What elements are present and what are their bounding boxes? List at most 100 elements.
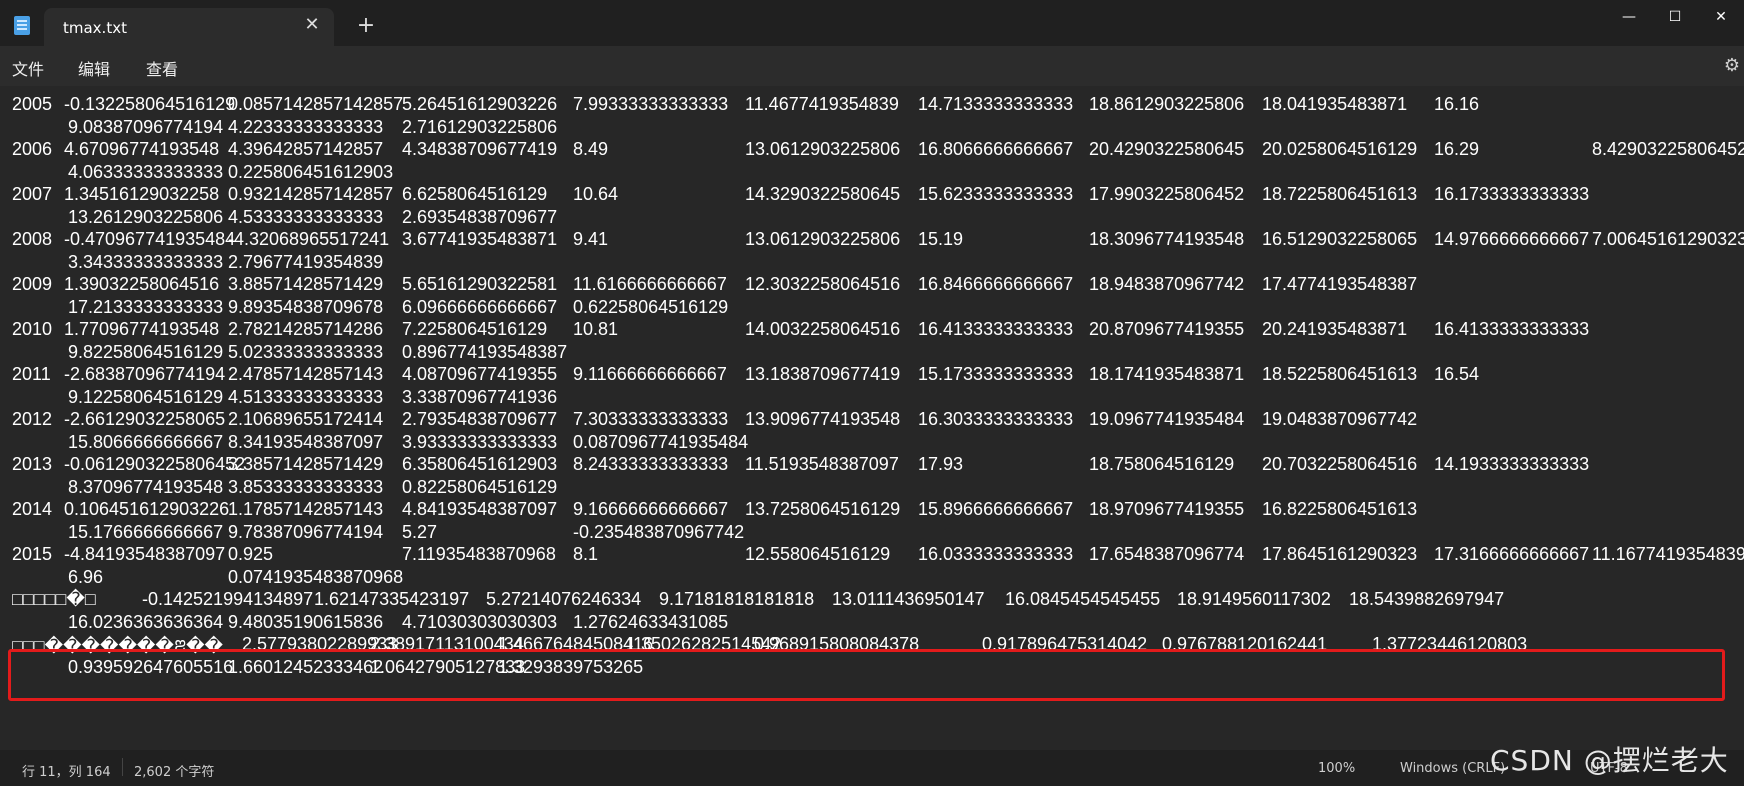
- cell-value: 13.7258064516129: [745, 499, 901, 519]
- row-label: 2014: [12, 499, 53, 519]
- cell-value: 5.26451612903226: [402, 94, 558, 114]
- cell-value: 5.02333333333333: [228, 341, 384, 362]
- cell-value: 19.0967741935484: [1089, 409, 1245, 429]
- text-line: 2012 -2.66129032258065 2.10689655172414 2.7…: [12, 409, 1737, 434]
- cell-value: 18.9483870967742: [1089, 274, 1245, 294]
- cell-value: 20.4290322580645: [1089, 139, 1245, 159]
- cell-value: 2.71612903225806: [402, 116, 558, 137]
- text-line: 2007 1.34516129032258 0.932142857142857 6.6…: [12, 184, 1737, 209]
- cell-value: 14.7133333333333: [918, 94, 1074, 114]
- cell-value: 16.3033333333333: [918, 409, 1074, 429]
- new-tab-icon[interactable]: +: [356, 15, 376, 37]
- settings-gear-icon[interactable]: ⚙: [1722, 56, 1742, 76]
- cell-value: 9.11666666666667: [573, 364, 727, 384]
- cell-value: 8.1: [573, 544, 599, 564]
- tab-tmax[interactable]: tmax.txt ✕: [44, 8, 334, 46]
- cell-value: -0.0612903225806452: [64, 454, 246, 474]
- cell-value: 9.41: [573, 229, 609, 249]
- cell-value: -0.470967741935484: [64, 229, 236, 249]
- cell-value: 3.67741935483871: [402, 229, 558, 249]
- cell-value: 8.37096774193548: [68, 476, 224, 497]
- cell-value: 18.7225806451613: [1262, 184, 1418, 204]
- cell-value: 18.041935483871: [1262, 94, 1408, 114]
- cell-value: 5.27214076246334: [486, 589, 642, 609]
- menu-bar: 文件 编辑 查看 ⚙: [0, 46, 1744, 86]
- text-line-continuation: 15.8066666666667 8.34193548387097 3.933333…: [12, 432, 1737, 457]
- cell-value: 14.0032258064516: [745, 319, 901, 339]
- cell-value: 19.0483870967742: [1262, 409, 1418, 429]
- cell-value: 9.08387096774194: [68, 116, 224, 137]
- cell-value: 8.42903225806452: [1592, 139, 1744, 159]
- cell-value: 0.0870967741935484: [573, 431, 749, 452]
- cell-value: 4.06333333333333: [68, 161, 224, 182]
- cell-value: 9.82258064516129: [68, 341, 224, 362]
- cell-value: -0.132258064516129: [64, 94, 236, 114]
- text-line: □□□□□�□ -0.142521994134897 1.6214733542319…: [12, 589, 1737, 614]
- cell-value: 13.0612903225806: [745, 139, 901, 159]
- cell-value: 18.758064516129: [1089, 454, 1235, 474]
- cell-value: 8.24333333333333: [573, 454, 729, 474]
- cell-value: 5.65161290322581: [402, 274, 558, 294]
- cell-value: 15.19: [918, 229, 964, 249]
- cell-value: 13.0612903225806: [745, 229, 901, 249]
- tab-title: tmax.txt: [63, 19, 127, 37]
- cell-value: 7.99333333333333: [573, 94, 729, 114]
- cell-value: 16.0333333333333: [918, 544, 1074, 564]
- cell-value: 2.69354838709677: [402, 206, 558, 227]
- red-highlight-box: [8, 649, 1725, 701]
- cell-value: 18.8612903225806: [1089, 94, 1245, 114]
- text-line: 2010 1.77096774193548 2.78214285714286 7.22…: [12, 319, 1737, 344]
- cell-value: 11.4677419354839: [745, 94, 899, 114]
- cell-value: 3.93333333333333: [402, 431, 558, 452]
- cell-value: 16.5129032258065: [1262, 229, 1418, 249]
- cell-value: -2.68387096774194: [64, 364, 226, 384]
- text-line: 2011 -2.68387096774194 2.47857142857143 4.0…: [12, 364, 1737, 389]
- cell-value: -4.32068965517241: [228, 229, 390, 249]
- text-line-continuation: 15.1766666666667 9.78387096774194 5.27 -0.2…: [12, 522, 1737, 547]
- cell-value: 18.3096774193548: [1089, 229, 1245, 249]
- close-window-button[interactable]: ✕: [1698, 4, 1744, 30]
- text-line: 2005 -0.132258064516129 0.0857142857142857…: [12, 94, 1737, 119]
- cell-value: 3.85333333333333: [228, 476, 384, 497]
- menu-view[interactable]: 查看: [146, 56, 178, 80]
- cell-value: 4.51333333333333: [228, 386, 384, 407]
- cell-value: 13.9096774193548: [745, 409, 901, 429]
- text-line-continuation: 9.12258064516129 4.51333333333333 3.338709…: [12, 387, 1737, 412]
- text-line: 2015 -4.84193548387097 0.925 7.119354838709…: [12, 544, 1744, 569]
- cell-value: 9.48035190615836: [228, 611, 384, 632]
- cell-value: 7.00645161290323: [1592, 229, 1744, 249]
- maximize-button[interactable]: ☐: [1652, 4, 1698, 30]
- cell-value: 5.27: [402, 521, 438, 542]
- zoom-level[interactable]: 100%: [1318, 761, 1355, 776]
- menu-edit[interactable]: 编辑: [78, 56, 110, 80]
- cell-value: 20.0258064516129: [1262, 139, 1418, 159]
- tab-close-icon[interactable]: ✕: [302, 15, 322, 35]
- cell-value: 0.82258064516129: [402, 476, 558, 497]
- text-line-continuation: 13.2612903225806 4.53333333333333 2.693548…: [12, 207, 1737, 232]
- cell-value: 17.9903225806452: [1089, 184, 1245, 204]
- cell-value: 4.08709677419355: [402, 364, 558, 384]
- minimize-button[interactable]: —: [1606, 4, 1652, 30]
- cell-value: -0.235483870967742: [573, 521, 745, 542]
- cell-value: 16.29: [1434, 139, 1480, 159]
- cell-value: 9.89354838709678: [228, 296, 384, 317]
- text-line-continuation: 3.34333333333333 2.79677419354839: [12, 252, 1737, 277]
- cell-value: 1.17857142857143: [228, 499, 384, 519]
- cell-value: 16.8225806451613: [1262, 499, 1418, 519]
- cell-value: 12.3032258064516: [745, 274, 901, 294]
- cell-value: 4.53333333333333: [228, 206, 384, 227]
- cell-value: 1.27624633431085: [573, 611, 729, 632]
- cell-value: 11.6166666666667: [573, 274, 727, 294]
- cell-value: 11.1677419354839: [1592, 544, 1744, 564]
- text-line-continuation: 9.82258064516129 5.02333333333333 0.896774…: [12, 342, 1737, 367]
- row-label: 2015: [12, 544, 53, 564]
- cell-value: -0.142521994134897: [142, 589, 314, 609]
- cell-value: 18.5225806451613: [1262, 364, 1418, 384]
- cell-value: 14.1933333333333: [1434, 454, 1590, 474]
- cell-value: 15.8966666666667: [918, 499, 1074, 519]
- text-line: 2006 4.67096774193548 4.39642857142857 4.34…: [12, 139, 1744, 164]
- cell-value: 16.1733333333333: [1434, 184, 1590, 204]
- cell-value: 12.558064516129: [745, 544, 891, 564]
- menu-file[interactable]: 文件: [12, 56, 44, 80]
- cell-value: 0.932142857142857: [228, 184, 394, 204]
